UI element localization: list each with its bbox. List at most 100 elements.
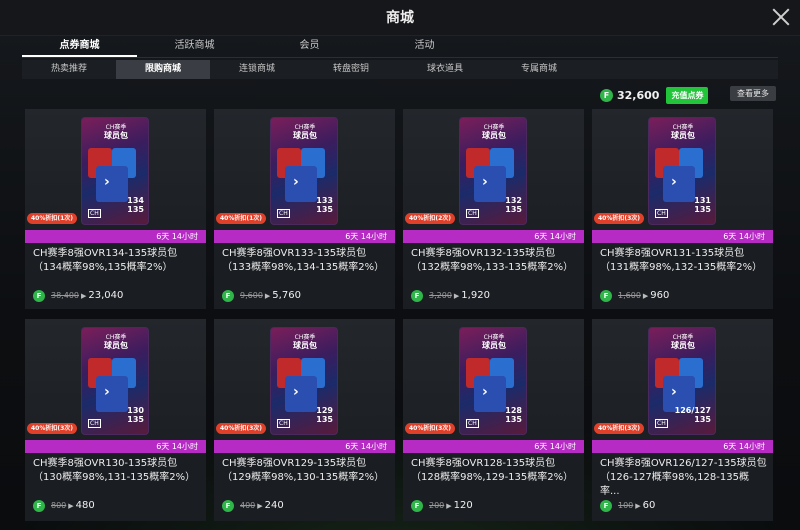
product-image: CH赛季 球员包 › 128 135 CH 40%折扣(3次) bbox=[403, 319, 584, 440]
player-pack-art: CH赛季 球员包 › 131 135 CH bbox=[648, 117, 716, 225]
ch-badge: CH bbox=[466, 209, 479, 218]
arrow-logo-icon: › bbox=[104, 174, 110, 190]
pack-name: 球员包 bbox=[104, 341, 128, 350]
view-more-button[interactable]: 查看更多 bbox=[730, 86, 776, 101]
ch-badge: CH bbox=[88, 419, 101, 428]
subtab-wheel-key[interactable]: 转盘密钥 bbox=[304, 60, 398, 79]
product-card[interactable]: CH赛季 球员包 › 134 135 CH 40%折扣(1次) 6天 14小时 … bbox=[25, 109, 206, 309]
original-price: 38,400 bbox=[51, 291, 79, 300]
product-price: F 9,600 ▶ 5,760 bbox=[222, 289, 301, 302]
discount-price: 240 bbox=[264, 500, 284, 511]
product-name: CH赛季8强OVR129-135球员包（129概率98%,130-135概率2%… bbox=[222, 458, 385, 483]
coin-icon: F bbox=[33, 289, 45, 302]
arrow-logo-icon: › bbox=[671, 384, 677, 400]
discount-price: 23,040 bbox=[88, 290, 124, 301]
coin-icon: F bbox=[600, 88, 613, 102]
pack-name: 球员包 bbox=[482, 131, 506, 140]
discount-price: 480 bbox=[75, 500, 95, 511]
ch-badge: CH bbox=[277, 419, 290, 428]
product-card[interactable]: CH赛季 球员包 › 126/127 135 CH 40%折扣(3次) 6天 1… bbox=[592, 319, 773, 521]
arrow-logo-icon: › bbox=[482, 384, 488, 400]
product-price: F 1,600 ▶ 960 bbox=[600, 289, 669, 302]
pack-ovr: 132 135 bbox=[505, 196, 522, 214]
subtab-limited[interactable]: 限购商城 bbox=[116, 60, 210, 79]
coin-icon: F bbox=[411, 289, 423, 302]
product-price: F 38,400 ▶ 23,040 bbox=[33, 289, 123, 302]
discount-badge: 40%折扣(1次) bbox=[216, 213, 267, 224]
tab-active-shop[interactable]: 活跃商城 bbox=[137, 36, 252, 57]
pack-ovr: 133 135 bbox=[316, 196, 333, 214]
arrow-right-icon: ▶ bbox=[264, 291, 271, 300]
pack-ovr-min: 130 bbox=[127, 406, 144, 415]
coin-icon: F bbox=[222, 289, 234, 302]
pack-ovr-max: 135 bbox=[694, 415, 711, 424]
pack-ovr-min: 133 bbox=[316, 196, 333, 205]
product-card[interactable]: CH赛季 球员包 › 132 135 CH 40%折扣(2次) 6天 14小时 … bbox=[403, 109, 584, 309]
tab-coupon-shop[interactable]: 点券商城 bbox=[22, 36, 137, 57]
pack-ovr-min: 126/127 bbox=[674, 406, 711, 415]
subtab-exclusive[interactable]: 专属商城 bbox=[492, 60, 586, 79]
original-price: 800 bbox=[51, 501, 67, 510]
pack-ovr-min: 131 bbox=[694, 196, 711, 205]
original-price: 100 bbox=[618, 501, 634, 510]
pack-ovr: 126/127 135 bbox=[675, 406, 711, 424]
discount-badge: 40%折扣(1次) bbox=[27, 213, 78, 224]
product-card[interactable]: CH赛季 球员包 › 131 135 CH 40%折扣(3次) 6天 14小时 … bbox=[592, 109, 773, 309]
product-card[interactable]: CH赛季 球员包 › 130 135 CH 40%折扣(3次) 6天 14小时 … bbox=[25, 319, 206, 521]
discount-badge: 40%折扣(3次) bbox=[27, 423, 78, 434]
pack-ovr-max: 135 bbox=[694, 205, 711, 214]
tab-events[interactable]: 活动 bbox=[367, 36, 482, 57]
recharge-button[interactable]: 充值点券 bbox=[666, 86, 709, 104]
pack-ovr-max: 135 bbox=[505, 415, 522, 424]
player-pack-art: CH赛季 球员包 › 126/127 135 CH bbox=[648, 327, 716, 435]
product-name: CH赛季8强OVR132-135球员包（132概率98%,133-135概率2%… bbox=[411, 248, 574, 273]
pack-ovr-min: 129 bbox=[316, 406, 333, 415]
product-name: CH赛季8强OVR131-135球员包（131概率98%,132-135概率2%… bbox=[600, 248, 763, 273]
player-pack-art: CH赛季 球员包 › 133 135 CH bbox=[270, 117, 338, 225]
pack-ovr: 134 135 bbox=[127, 196, 144, 214]
ch-badge: CH bbox=[88, 209, 101, 218]
pack-ovr-max: 135 bbox=[316, 205, 333, 214]
arrow-right-icon: ▶ bbox=[68, 501, 74, 510]
product-price: F 200 ▶ 120 bbox=[411, 499, 473, 512]
subtab-hot[interactable]: 热卖推荐 bbox=[22, 60, 116, 79]
coin-icon: F bbox=[411, 499, 423, 512]
ch-badge: CH bbox=[466, 419, 479, 428]
discount-price: 120 bbox=[453, 500, 473, 511]
time-remaining: 6天 14小时 bbox=[403, 230, 584, 243]
pack-ovr-max: 135 bbox=[316, 415, 333, 424]
time-remaining: 6天 14小时 bbox=[25, 230, 206, 243]
coupon-balance: F 32,600 充值点券 bbox=[600, 86, 709, 104]
product-name: CH赛季8强OVR126/127-135球员包（126-127概率98%,128… bbox=[600, 458, 767, 497]
product-card[interactable]: CH赛季 球员包 › 133 135 CH 40%折扣(1次) 6天 14小时 … bbox=[214, 109, 395, 309]
original-price: 200 bbox=[429, 501, 445, 510]
coin-icon: F bbox=[600, 499, 612, 512]
product-price: F 800 ▶ 480 bbox=[33, 499, 95, 512]
time-remaining: 6天 14小时 bbox=[214, 230, 395, 243]
product-image: CH赛季 球员包 › 129 135 CH 40%折扣(3次) bbox=[214, 319, 395, 440]
product-card[interactable]: CH赛季 球员包 › 128 135 CH 40%折扣(3次) 6天 14小时 … bbox=[403, 319, 584, 521]
product-name: CH赛季8强OVR134-135球员包（134概率98%,135概率2%） bbox=[33, 248, 178, 273]
arrow-right-icon: ▶ bbox=[257, 501, 263, 510]
discount-price: 1,920 bbox=[461, 290, 490, 301]
sub-tabs: 热卖推荐 限购商城 连锁商城 转盘密钥 球衣道具 专属商城 bbox=[22, 60, 778, 79]
product-image: CH赛季 球员包 › 130 135 CH 40%折扣(3次) bbox=[25, 319, 206, 440]
ch-badge: CH bbox=[277, 209, 290, 218]
product-image: CH赛季 球员包 › 126/127 135 CH 40%折扣(3次) bbox=[592, 319, 773, 440]
arrow-logo-icon: › bbox=[671, 174, 677, 190]
product-price: F 100 ▶ 60 bbox=[600, 499, 655, 512]
close-icon[interactable] bbox=[770, 6, 792, 28]
subtab-jersey-items[interactable]: 球衣道具 bbox=[398, 60, 492, 79]
product-card[interactable]: CH赛季 球员包 › 129 135 CH 40%折扣(3次) 6天 14小时 … bbox=[214, 319, 395, 521]
pack-ovr: 131 135 bbox=[694, 196, 711, 214]
ch-badge: CH bbox=[655, 419, 668, 428]
original-price: 400 bbox=[240, 501, 256, 510]
subtab-chain[interactable]: 连锁商城 bbox=[210, 60, 304, 79]
product-price: F 400 ▶ 240 bbox=[222, 499, 284, 512]
discount-badge: 40%折扣(3次) bbox=[594, 423, 645, 434]
tab-membership[interactable]: 会员 bbox=[252, 36, 367, 57]
arrow-right-icon: ▶ bbox=[635, 501, 641, 510]
arrow-right-icon: ▶ bbox=[81, 291, 87, 300]
pack-ovr: 129 135 bbox=[316, 406, 333, 424]
product-image: CH赛季 球员包 › 134 135 CH 40%折扣(1次) bbox=[25, 109, 206, 230]
